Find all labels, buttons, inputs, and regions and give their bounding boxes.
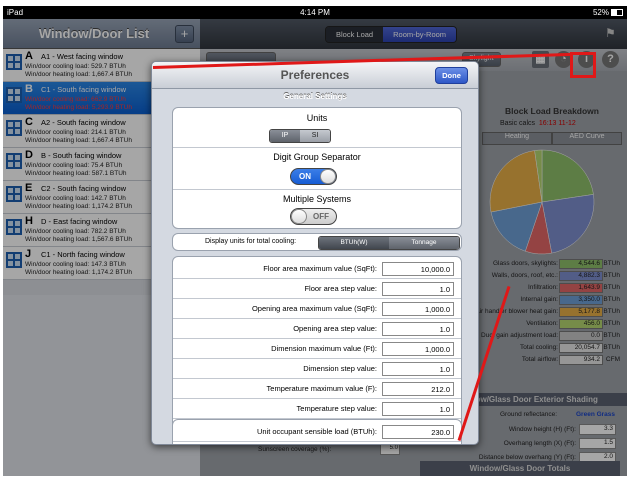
- units-segment: IP SI: [269, 129, 331, 143]
- general-settings-group: Units IP SI Digit Group Separator ON Mul…: [172, 107, 462, 229]
- display-units-btuh-option[interactable]: BTUh(W): [319, 237, 389, 249]
- digit-group-label: Digit Group Separator: [273, 152, 361, 162]
- multiple-systems-cell: Multiple Systems OFF: [173, 190, 461, 228]
- battery-percent: 52%: [592, 8, 609, 17]
- preferences-dialog: Preferences Done General Settings Units …: [151, 61, 479, 445]
- units-si-option[interactable]: SI: [300, 130, 330, 142]
- preference-field-row: Floor area step value: 1.0: [173, 279, 461, 299]
- multiple-systems-label: Multiple Systems: [282, 194, 352, 204]
- preference-field-input[interactable]: 1.0: [382, 402, 454, 416]
- multiple-systems-toggle[interactable]: OFF: [290, 208, 337, 225]
- preference-field-row: Floor area maximum value (SqFt): 10,000.0: [173, 259, 461, 279]
- preference-field-row: Dimension step value: 1.0: [173, 359, 461, 379]
- status-bar: iPad 4:14 PM 52%: [3, 6, 627, 19]
- preference-field-row: Temperature step value: 1.0: [173, 399, 461, 419]
- general-settings-title: General Settings: [283, 92, 347, 101]
- toggle-knob: [291, 209, 307, 224]
- battery-icon: [611, 9, 623, 16]
- preference-field-row: Temperature maximum value (F): 212.0: [173, 379, 461, 399]
- toggle-knob: [320, 169, 336, 184]
- preference-field-label: Opening area step value:: [293, 324, 377, 333]
- display-units-tonnage-option[interactable]: Tonnage: [389, 237, 459, 249]
- done-button[interactable]: Done: [435, 67, 468, 84]
- digit-group-cell: Digit Group Separator ON: [173, 148, 461, 190]
- units-label: Units: [306, 113, 328, 123]
- preferences-title: Preferences: [280, 68, 350, 82]
- preference-field-row: Dimension maximum value (Ft): 1,000.0: [173, 339, 461, 359]
- screen: iPad 4:14 PM 52% Window/Door List + A A1 …: [0, 0, 630, 482]
- preference-field-row: Opening area step value: 1.0: [173, 319, 461, 339]
- digit-group-toggle[interactable]: ON: [290, 168, 337, 185]
- occupant-row: Unit occupant sensible load (BTUh): 230.…: [173, 422, 461, 442]
- display-units-segment: BTUh(W) Tonnage: [318, 236, 460, 250]
- units-cell: Units IP SI: [173, 108, 461, 148]
- preference-field-label: Floor area step value:: [304, 284, 377, 293]
- multiple-systems-state: OFF: [313, 212, 329, 221]
- preference-field-label: Temperature step value:: [296, 404, 377, 413]
- preference-field-input[interactable]: 1,000.0: [382, 302, 454, 316]
- preference-field-label: Dimension step value:: [303, 364, 377, 373]
- limits-group: Floor area maximum value (SqFt): 10,000.0…: [172, 256, 462, 441]
- preference-field-label: Temperature maximum value (F):: [266, 384, 377, 393]
- preference-field-label: Opening area maximum value (SqFt):: [251, 304, 377, 313]
- clock: 4:14 PM: [300, 8, 330, 17]
- preference-field-input[interactable]: 1.0: [382, 322, 454, 336]
- preference-field-input[interactable]: 1.0: [382, 362, 454, 376]
- info-highlight-box: [570, 52, 596, 78]
- occupant-group: Unit occupant sensible load (BTUh): 230.…: [172, 419, 462, 444]
- display-units-group: Display units for total cooling: BTUh(W)…: [172, 233, 462, 251]
- preference-field-input[interactable]: 1.0: [382, 282, 454, 296]
- preference-field-input[interactable]: 10,000.0: [382, 262, 454, 276]
- preference-field-row: Opening area maximum value (SqFt): 1,000.…: [173, 299, 461, 319]
- preference-field-input[interactable]: 1,000.0: [382, 342, 454, 356]
- preference-field-label: Floor area maximum value (SqFt):: [263, 264, 377, 273]
- preference-field-label: Dimension maximum value (Ft):: [271, 344, 377, 353]
- units-ip-option[interactable]: IP: [270, 130, 300, 142]
- display-units-label: Display units for total cooling:: [205, 238, 297, 245]
- digit-group-state: ON: [299, 172, 311, 181]
- occupant-label: Unit occupant sensible load (BTUh):: [256, 427, 377, 436]
- ipad-screen: iPad 4:14 PM 52% Window/Door List + A A1 …: [3, 6, 627, 476]
- occupant-input[interactable]: 230.0: [382, 425, 454, 439]
- preference-field-input[interactable]: 212.0: [382, 382, 454, 396]
